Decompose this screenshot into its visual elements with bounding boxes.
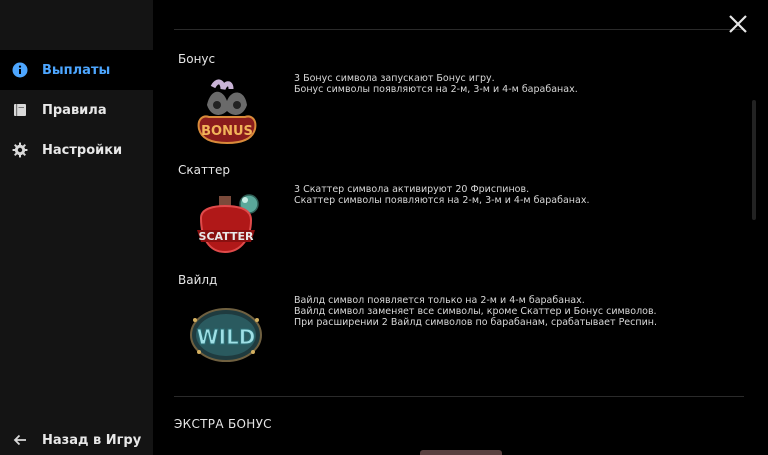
sidebar-item-settings[interactable]: Настройки — [0, 130, 153, 170]
book-icon — [12, 102, 28, 118]
wild-description: Вайлд символ появляется только на 2-м и … — [294, 295, 657, 328]
bonus-logo-text: BONUS — [201, 124, 253, 139]
bonus-line-2: Бонус символы появляются на 2-м, 3-м и 4… — [294, 84, 578, 95]
sidebar-item-rules[interactable]: Правила — [0, 90, 153, 130]
scatter-line-2: Скаттер символы появляются на 2-м, 3-м и… — [294, 195, 590, 206]
wild-line-3: При расширении 2 Вайлд символов по бараб… — [294, 317, 657, 328]
scatter-title: Скаттер — [178, 163, 230, 177]
extra-bonus-image-edge — [420, 450, 502, 455]
bonus-line-1: 3 Бонус символа запускают Бонус игру. — [294, 73, 495, 84]
sidebar-nav: Выплаты Правила Настройки — [0, 50, 153, 170]
scatter-symbol-image: SCATTER — [197, 194, 259, 254]
close-icon — [729, 15, 747, 33]
bonus-title: Бонус — [178, 52, 216, 66]
sidebar-item-label: Настройки — [42, 142, 123, 158]
gear-icon — [12, 142, 28, 158]
close-button[interactable] — [727, 13, 749, 35]
wild-line-2: Вайлд символ заменяет все символы, кроме… — [294, 306, 657, 317]
sidebar: Выплаты Правила Настройки Назад в Игру — [0, 0, 153, 455]
back-to-game-button[interactable]: Назад в Игру — [0, 425, 153, 455]
top-divider — [174, 29, 744, 30]
scatter-line-1: 3 Скаттер символа активируют 20 Фриспино… — [294, 184, 530, 195]
scrollbar[interactable] — [752, 100, 756, 220]
arrow-left-icon — [12, 432, 28, 448]
scatter-logo-text: SCATTER — [199, 230, 254, 243]
back-label: Назад в Игру — [42, 432, 142, 448]
info-icon — [12, 62, 28, 78]
sidebar-item-label: Выплаты — [42, 62, 111, 78]
section-divider — [174, 396, 744, 397]
wild-line-1: Вайлд символ появляется только на 2-м и … — [294, 295, 585, 306]
wild-symbol-image: WILD — [190, 308, 262, 362]
wild-title: Вайлд — [178, 273, 218, 287]
scatter-description: 3 Скаттер символа активируют 20 Фриспино… — [294, 184, 589, 206]
sidebar-item-payouts[interactable]: Выплаты — [0, 50, 153, 90]
extra-bonus-heading: ЭКСТРА БОНУС — [174, 417, 272, 431]
bonus-symbol-image: BONUS — [197, 79, 257, 145]
bonus-description: 3 Бонус символа запускают Бонус игру. Бо… — [294, 73, 578, 95]
sidebar-item-label: Правила — [42, 102, 107, 118]
paytable-panel: Бонус BONUS 3 Бонус символа запускают Бо… — [153, 0, 768, 455]
wild-logo-text: WILD — [197, 325, 256, 349]
